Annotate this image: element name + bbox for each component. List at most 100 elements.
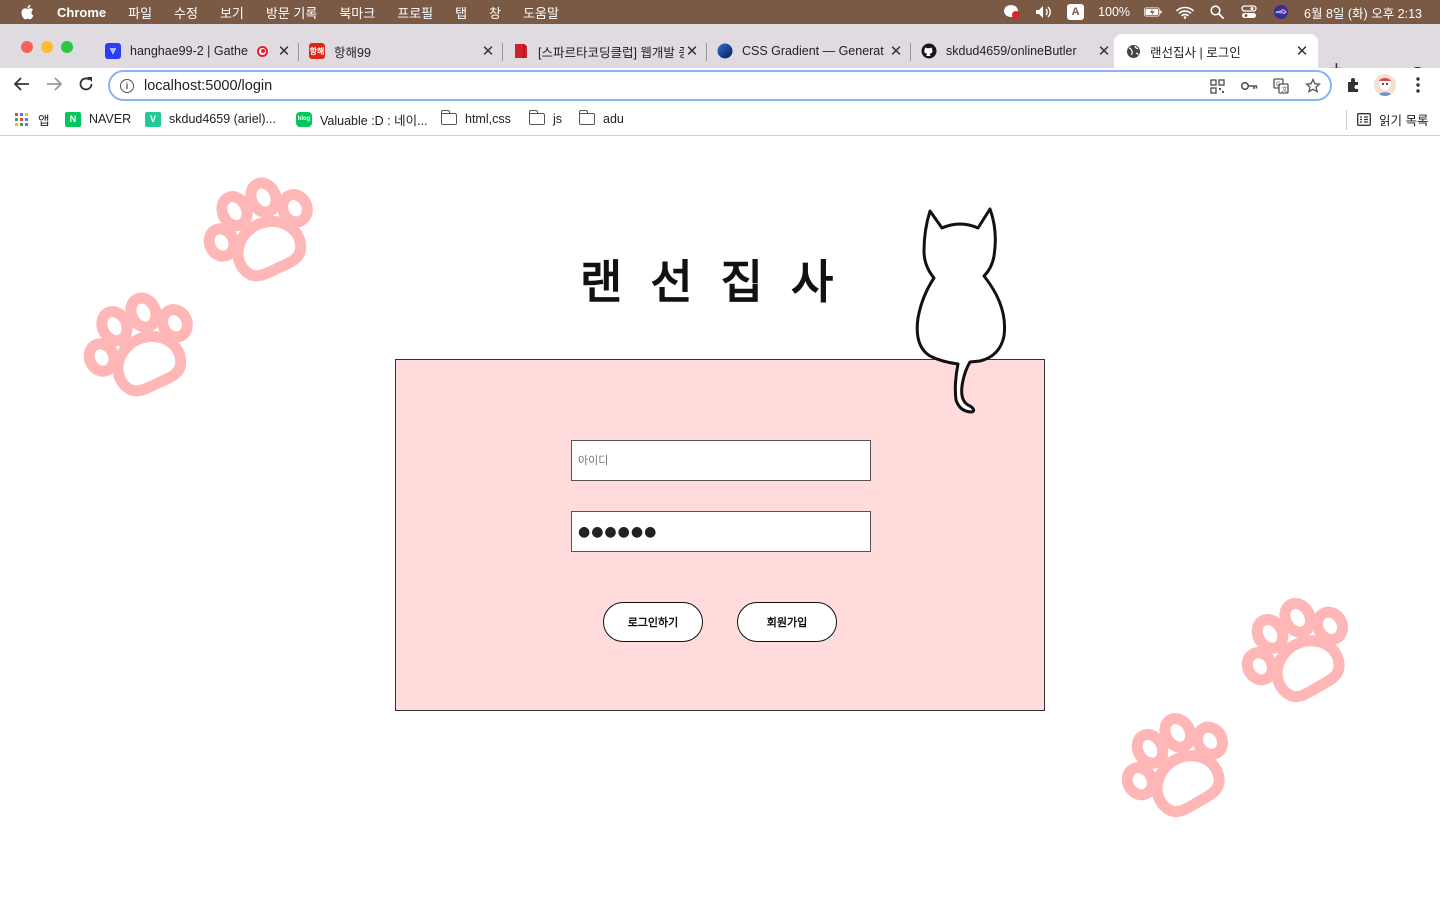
menu-history[interactable]: 방문 기록: [266, 3, 317, 22]
menu-window[interactable]: 창: [489, 3, 501, 22]
bookmark-label: js: [553, 112, 563, 126]
input-source-icon[interactable]: A: [1067, 4, 1085, 20]
reload-button[interactable]: [76, 76, 96, 96]
qr-icon[interactable]: [1208, 77, 1226, 95]
tab-separator: [706, 43, 707, 61]
translate-icon[interactable]: G文: [1272, 77, 1290, 95]
extensions-icon[interactable]: [1345, 76, 1363, 94]
tab-close-icon[interactable]: ✕: [1294, 42, 1310, 60]
gather-favicon-icon: [105, 43, 121, 59]
menu-view[interactable]: 보기: [220, 3, 244, 22]
reading-list-button[interactable]: 읽기 목록: [1357, 110, 1428, 128]
apple-icon[interactable]: [20, 4, 38, 20]
bookmark-naver[interactable]: N NAVER: [65, 110, 131, 128]
recording-icon: [257, 45, 268, 57]
github-icon: [921, 43, 937, 59]
page-title: 랜선집사: [580, 255, 862, 309]
paw-print-icon: [1121, 713, 1229, 817]
chat-notification-icon[interactable]: [1003, 5, 1021, 19]
tab-title: CSS Gradient — Generat: [742, 44, 884, 58]
forward-button[interactable]: [44, 76, 64, 96]
site-info-icon[interactable]: i: [120, 78, 134, 93]
naver-icon: N: [65, 111, 81, 127]
bookmark-folder-htmlcss[interactable]: html,css: [440, 110, 511, 128]
tab-separator: [298, 43, 299, 61]
back-button[interactable]: [12, 76, 32, 96]
menu-edit[interactable]: 수정: [174, 3, 198, 22]
tab-title: skdud4659/onlineButler: [946, 44, 1077, 58]
tab-close-icon[interactable]: ✕: [684, 42, 700, 60]
star-icon[interactable]: [1304, 77, 1322, 95]
reading-list-label: 읽기 목록: [1379, 113, 1429, 128]
tab-close-icon[interactable]: ✕: [276, 42, 292, 60]
hanghae-favicon-icon: 항해: [309, 43, 325, 59]
tab-separator: [910, 43, 911, 61]
svg-text:文: 文: [1282, 86, 1288, 94]
bookmark-apps[interactable]: 앱: [15, 110, 50, 128]
address-bar[interactable]: i localhost:5000/login G文: [108, 70, 1332, 101]
bookmark-naver-blog[interactable]: blog Valuable :D : 네이...: [296, 110, 428, 128]
bookmark-folder-js[interactable]: js: [528, 110, 563, 128]
apps-grid-icon: [15, 112, 28, 126]
paw-print-icon: [83, 292, 193, 397]
tab-separator: [502, 43, 503, 61]
bookmark-label: skdud4659 (ariel)...: [169, 112, 277, 126]
book-favicon-icon: [513, 43, 529, 59]
window-close-button[interactable]: [21, 41, 33, 53]
tab-github[interactable]: skdud4659/onlineButler ✕: [912, 34, 1112, 68]
menu-bookmarks[interactable]: 북마크: [339, 3, 375, 22]
control-center-icon[interactable]: [1240, 5, 1258, 19]
folder-icon: [440, 110, 457, 125]
url-text[interactable]: localhost:5000/login: [144, 78, 272, 94]
reading-list-icon: [1357, 112, 1371, 126]
menu-file[interactable]: 파일: [128, 3, 152, 22]
bookmark-folder-adu[interactable]: adu: [578, 110, 624, 128]
battery-icon[interactable]: [1144, 5, 1162, 19]
id-input[interactable]: [571, 440, 871, 481]
signup-button[interactable]: 회원가입: [737, 602, 837, 642]
tab-css-gradient[interactable]: CSS Gradient — Generat ✕: [708, 34, 904, 68]
cat-illustration-icon: [915, 207, 1007, 414]
bookmark-label: adu: [603, 112, 624, 126]
page-content: 랜선집사 로그인하기 회원가입: [0, 136, 1440, 900]
volume-icon[interactable]: [1035, 5, 1053, 19]
tab-title: hanghae99-2 | Gathe: [130, 44, 248, 58]
key-icon[interactable]: [1240, 77, 1258, 95]
clock[interactable]: 6월 8일 (화) 오후 2:13: [1304, 3, 1422, 22]
tab-title: 항해99: [334, 45, 371, 60]
tab-close-icon[interactable]: ✕: [1096, 42, 1112, 60]
browser-toolbar: i localhost:5000/login G文: [0, 68, 1440, 104]
tab-gather[interactable]: hanghae99-2 | Gathe ✕: [96, 34, 292, 68]
spotlight-search-icon[interactable]: [1208, 5, 1226, 19]
login-button[interactable]: 로그인하기: [603, 602, 703, 642]
menu-help[interactable]: 도움말: [523, 3, 559, 22]
bookmarks-divider: [1346, 110, 1347, 130]
profile-avatar[interactable]: [1374, 74, 1396, 96]
wifi-icon[interactable]: [1176, 5, 1194, 19]
bookmark-velog[interactable]: V skdud4659 (ariel)...: [145, 110, 276, 128]
svg-text:G: G: [1276, 81, 1281, 88]
tab-close-icon[interactable]: ✕: [888, 42, 904, 60]
bookmark-label: 앱: [38, 113, 50, 128]
menu-profiles[interactable]: 프로필: [397, 3, 433, 22]
menu-tab[interactable]: 탭: [455, 3, 467, 22]
folder-icon: [578, 110, 595, 125]
password-input[interactable]: [571, 511, 871, 552]
tab-hanghae99[interactable]: 항해 항해99 ✕: [300, 34, 496, 68]
chrome-menu-icon[interactable]: [1410, 76, 1426, 94]
window-minimize-button[interactable]: [41, 41, 53, 53]
gradient-favicon-icon: [717, 43, 733, 59]
tab-spartacoding[interactable]: [스파르타코딩클럽] 웹개발 종 ✕: [504, 34, 700, 68]
tab-title: [스파르타코딩클럽] 웹개발 종: [538, 45, 684, 60]
siri-icon[interactable]: [1272, 5, 1290, 19]
bookmarks-bar: 앱 N NAVER V skdud4659 (ariel)... blog Va…: [0, 104, 1440, 136]
menubar-status-area: A 100% 6월 8일 (화) 오후 2:13: [1003, 0, 1422, 24]
tab-close-icon[interactable]: ✕: [480, 42, 496, 60]
bookmark-label: NAVER: [89, 112, 132, 126]
macos-menu-bar: Chrome 파일 수정 보기 방문 기록 북마크 프로필 탭 창 도움말 A …: [0, 0, 1440, 24]
menu-app-chrome[interactable]: Chrome: [57, 5, 106, 20]
naver-blog-icon: blog: [296, 111, 312, 127]
bookmark-label: Valuable :D : 네이...: [320, 113, 428, 128]
window-zoom-button[interactable]: [61, 41, 73, 53]
tab-login-active[interactable]: 랜선집사 | 로그인 ✕: [1114, 34, 1318, 68]
